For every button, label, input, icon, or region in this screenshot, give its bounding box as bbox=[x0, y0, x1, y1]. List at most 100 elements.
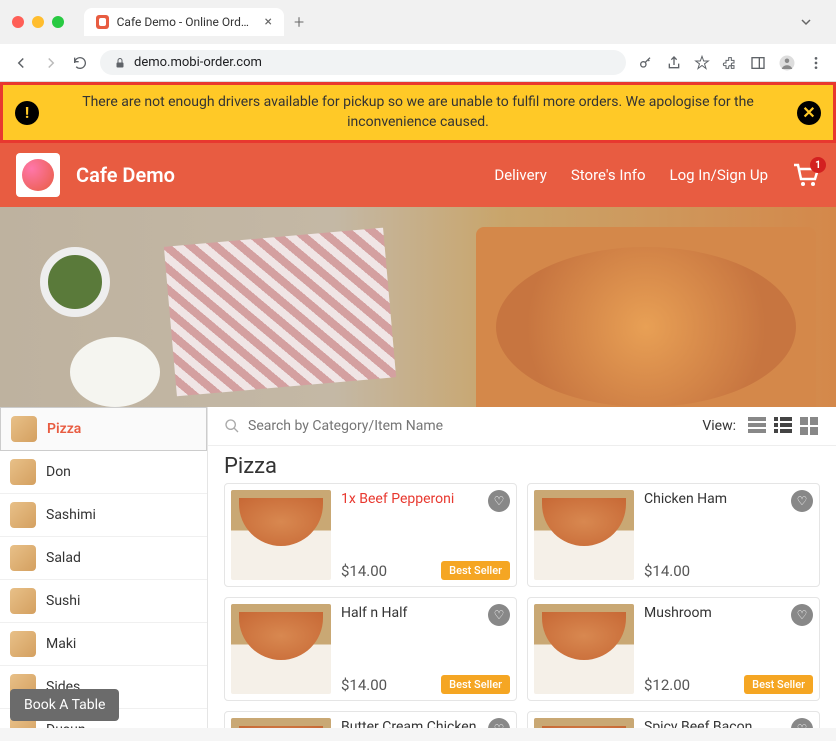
category-item-sushi[interactable]: Sushi bbox=[0, 580, 207, 623]
category-label: Pizza bbox=[47, 421, 81, 437]
brand-logo[interactable] bbox=[16, 153, 60, 197]
hero-decoration bbox=[70, 337, 160, 407]
panel-icon[interactable] bbox=[750, 55, 766, 71]
bestseller-badge: Best Seller bbox=[441, 675, 510, 694]
product-name: Chicken Ham bbox=[644, 490, 813, 508]
product-grid: 1x Beef Pepperoni $14.00 ♡ Best Seller C… bbox=[208, 483, 836, 728]
share-icon[interactable] bbox=[666, 55, 682, 71]
product-price: $14.00 bbox=[644, 562, 813, 580]
product-image bbox=[534, 718, 634, 728]
reload-button[interactable] bbox=[72, 55, 88, 71]
section-title: Pizza bbox=[208, 446, 836, 483]
main-area: Pizza Don Sashimi Salad Sushi Maki Sides bbox=[0, 407, 836, 728]
category-item-don[interactable]: Don bbox=[0, 451, 207, 494]
category-thumb bbox=[11, 416, 37, 442]
alert-banner: ! There are not enough drivers available… bbox=[0, 82, 836, 143]
back-button[interactable] bbox=[12, 54, 30, 72]
window-maximize-button[interactable] bbox=[52, 16, 64, 28]
new-tab-button[interactable]: + bbox=[294, 12, 304, 33]
product-image bbox=[231, 604, 331, 694]
nav-stores-info[interactable]: Store's Info bbox=[571, 166, 646, 184]
content-toolbar: View: bbox=[208, 407, 836, 446]
bestseller-badge: Best Seller bbox=[744, 675, 813, 694]
search-icon bbox=[224, 418, 240, 434]
nav-delivery[interactable]: Delivery bbox=[494, 166, 547, 184]
alert-warning-icon: ! bbox=[15, 101, 39, 125]
cart-button[interactable]: 1 bbox=[792, 163, 820, 187]
menu-icon[interactable] bbox=[808, 55, 824, 71]
product-name: Butter Cream Chicken Sausage bbox=[341, 718, 510, 728]
category-label: Sashimi bbox=[46, 507, 96, 523]
product-card[interactable]: Mushroom $12.00 ♡ Best Seller bbox=[527, 597, 820, 701]
view-label: View: bbox=[702, 418, 736, 434]
category-label: Salad bbox=[46, 550, 81, 566]
product-info: Butter Cream Chicken Sausage bbox=[341, 718, 510, 728]
browser-action-icons bbox=[638, 54, 824, 72]
extensions-icon[interactable] bbox=[722, 55, 738, 71]
address-bar[interactable]: demo.mobi-order.com bbox=[100, 50, 626, 75]
product-card[interactable]: Butter Cream Chicken Sausage ♡ bbox=[224, 711, 517, 728]
tab-close-icon[interactable]: × bbox=[265, 14, 272, 30]
hero-decoration bbox=[164, 228, 396, 397]
category-item-maki[interactable]: Maki bbox=[0, 623, 207, 666]
search-input[interactable] bbox=[248, 418, 690, 434]
bestseller-badge: Best Seller bbox=[441, 561, 510, 580]
category-label: Don bbox=[46, 464, 71, 480]
view-detail-button[interactable] bbox=[774, 417, 792, 435]
category-thumb bbox=[10, 459, 36, 485]
url-text: demo.mobi-order.com bbox=[134, 55, 262, 70]
product-image bbox=[534, 604, 634, 694]
tab-bar: Cafe Demo - Online Ordering × + bbox=[84, 8, 792, 36]
category-thumb bbox=[10, 545, 36, 571]
browser-tab[interactable]: Cafe Demo - Online Ordering × bbox=[84, 8, 284, 36]
tab-title: Cafe Demo - Online Ordering bbox=[117, 15, 253, 29]
profile-icon[interactable] bbox=[778, 54, 796, 72]
product-card[interactable]: 1x Beef Pepperoni $14.00 ♡ Best Seller bbox=[224, 483, 517, 587]
category-thumb bbox=[10, 631, 36, 657]
lock-icon bbox=[114, 57, 126, 69]
favicon-icon bbox=[96, 15, 109, 29]
window-controls: Cafe Demo - Online Ordering × + bbox=[0, 0, 836, 44]
category-label: Dusun bbox=[46, 722, 86, 728]
category-label: Maki bbox=[46, 636, 76, 652]
window-minimize-button[interactable] bbox=[32, 16, 44, 28]
content-area: View: Pizza 1x Beef Pepper bbox=[208, 407, 836, 728]
header-nav: Delivery Store's Info Log In/Sign Up 1 bbox=[494, 163, 820, 187]
view-list-button[interactable] bbox=[748, 417, 766, 435]
product-image bbox=[231, 490, 331, 580]
site-header: Cafe Demo Delivery Store's Info Log In/S… bbox=[0, 143, 836, 207]
product-name: Half n Half bbox=[341, 604, 510, 622]
product-card[interactable]: Chicken Ham $14.00 ♡ bbox=[527, 483, 820, 587]
view-grid-button[interactable] bbox=[800, 417, 820, 435]
product-name: Spicy Beef Bacon bbox=[644, 718, 813, 728]
window-close-button[interactable] bbox=[12, 16, 24, 28]
category-label: Sushi bbox=[46, 593, 80, 609]
category-item-salad[interactable]: Salad bbox=[0, 537, 207, 580]
search-wrap bbox=[224, 418, 690, 434]
product-card[interactable]: Half n Half $14.00 ♡ Best Seller bbox=[224, 597, 517, 701]
address-bar-row: demo.mobi-order.com bbox=[0, 44, 836, 81]
key-icon[interactable] bbox=[638, 55, 654, 71]
alert-close-icon[interactable]: ✕ bbox=[797, 101, 821, 125]
book-table-button[interactable]: Book A Table bbox=[10, 689, 119, 721]
brand-name: Cafe Demo bbox=[76, 163, 175, 187]
category-thumb bbox=[10, 588, 36, 614]
hero-banner bbox=[0, 207, 836, 407]
category-item-pizza[interactable]: Pizza bbox=[0, 407, 207, 451]
product-name: 1x Beef Pepperoni bbox=[341, 490, 510, 508]
chevron-down-icon[interactable] bbox=[800, 16, 812, 28]
browser-chrome: Cafe Demo - Online Ordering × + demo.mob… bbox=[0, 0, 836, 82]
alert-message: There are not enough drivers available f… bbox=[49, 93, 787, 132]
hero-decoration bbox=[40, 247, 110, 317]
product-info: Spicy Beef Bacon bbox=[644, 718, 813, 728]
nav-login[interactable]: Log In/Sign Up bbox=[670, 166, 768, 184]
star-icon[interactable] bbox=[694, 55, 710, 71]
view-buttons bbox=[748, 417, 820, 435]
product-info: Chicken Ham $14.00 bbox=[644, 490, 813, 580]
forward-button[interactable] bbox=[42, 54, 60, 72]
category-sidebar: Pizza Don Sashimi Salad Sushi Maki Sides bbox=[0, 407, 208, 728]
cart-count-badge: 1 bbox=[810, 157, 826, 173]
category-item-sashimi[interactable]: Sashimi bbox=[0, 494, 207, 537]
product-card[interactable]: Spicy Beef Bacon ♡ bbox=[527, 711, 820, 728]
product-image bbox=[231, 718, 331, 728]
